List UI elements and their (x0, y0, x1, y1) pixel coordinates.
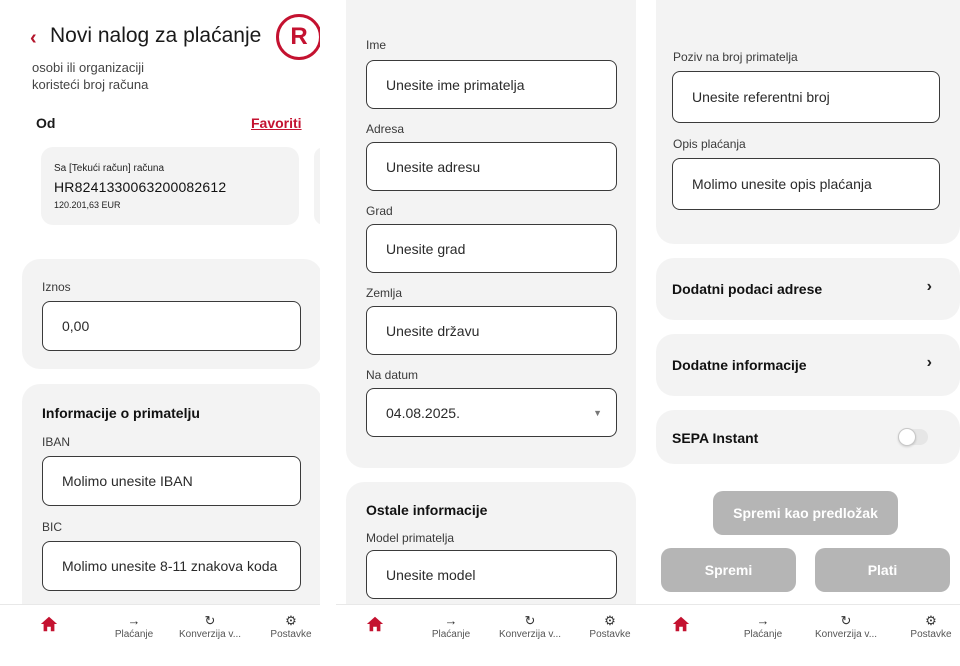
other-info-card: Ostale informacije Model primatelja Unes… (346, 482, 636, 622)
arrow-right-icon: → (756, 613, 770, 628)
recipient-section-title: Informacije o primatelju (42, 405, 200, 421)
save-button[interactable]: Spremi (661, 548, 796, 592)
screen-new-payment-1: ‹ Novi nalog za plaćanje R osobi ili org… (0, 0, 320, 666)
additional-info-row[interactable]: Dodatne informacije › (656, 334, 960, 396)
subtitle-line-1: osobi ili organizaciji (32, 60, 144, 75)
tab-conversion[interactable]: ↻ Konverzija v... (810, 613, 882, 640)
tab-settings[interactable]: ⚙ Postavke (906, 613, 956, 640)
account-card[interactable]: Sa [Tekući račun] računa HR8241330063200… (41, 147, 299, 225)
gear-icon: ⚙ (604, 613, 616, 628)
tab-payments[interactable]: → Plaćanje (738, 613, 788, 640)
screen-new-payment-3: Poziv na broj primatelja Unesite referen… (650, 0, 960, 666)
name-input[interactable]: Unesite ime primatelja (366, 60, 617, 109)
sepa-instant-toggle[interactable] (898, 428, 928, 446)
tab-conversion[interactable]: ↻ Konverzija v... (494, 613, 566, 640)
sepa-instant-label: SEPA Instant (672, 430, 759, 446)
amount-card: Iznos 0,00 (22, 259, 320, 369)
tab-settings-label: Postavke (270, 629, 312, 640)
chevron-right-icon: › (926, 354, 932, 371)
pay-button[interactable]: Plati (815, 548, 950, 592)
tab-home[interactable] (366, 615, 384, 638)
account-card-next[interactable] (314, 147, 320, 225)
arrow-right-icon: → (444, 613, 458, 628)
additional-address-row[interactable]: Dodatni podaci adrese › (656, 258, 960, 320)
date-label: Na datum (366, 368, 419, 382)
city-input[interactable]: Unesite grad (366, 224, 617, 273)
tab-payments[interactable]: → Plaćanje (104, 613, 164, 640)
tab-payments-label: Plaćanje (743, 629, 783, 640)
bank-logo: R (276, 14, 320, 60)
account-name: Sa [Tekući račun] računa (54, 163, 165, 174)
sepa-instant-row: SEPA Instant (656, 410, 960, 464)
tab-conversion-label: Konverzija v... (814, 629, 878, 640)
bic-input[interactable]: Molimo unesite 8-11 znakova koda (42, 541, 301, 591)
tab-payments[interactable]: → Plaćanje (426, 613, 476, 640)
reference-card: Poziv na broj primatelja Unesite referen… (656, 0, 960, 244)
tab-bar: → Plaćanje ↻ Konverzija v... ⚙ Postavke (0, 604, 320, 666)
tab-bar: → Plaćanje ↻ Konverzija v... ⚙ Postavke (650, 604, 960, 666)
arrow-right-icon: → (127, 613, 141, 628)
tab-home[interactable] (672, 615, 690, 638)
chevron-right-icon: › (926, 278, 932, 295)
date-value: 04.08.2025. (386, 404, 460, 421)
gear-icon: ⚙ (285, 613, 297, 628)
from-label: Od (36, 115, 56, 131)
date-select[interactable]: 04.08.2025. ▼ (366, 388, 617, 437)
model-label: Model primatelja (366, 531, 455, 545)
tab-settings-label: Postavke (589, 629, 631, 640)
reference-input[interactable]: Unesite referentni broj (672, 71, 940, 123)
amount-label: Iznos (42, 280, 71, 294)
country-label: Zemlja (366, 286, 403, 300)
amount-input[interactable]: 0,00 (42, 301, 301, 351)
tab-bar: → Plaćanje ↻ Konverzija v... ⚙ Postavke (336, 604, 656, 666)
favorites-link[interactable]: Favoriti (251, 115, 302, 131)
screen-new-payment-2: Ime Unesite ime primatelja Adresa Unesit… (336, 0, 656, 666)
tab-conversion[interactable]: ↻ Konverzija v... (170, 613, 250, 640)
bic-label: BIC (42, 520, 63, 534)
tab-payments-label: Plaćanje (114, 629, 154, 640)
refresh-icon: ↻ (524, 613, 536, 628)
refresh-icon: ↻ (204, 613, 216, 628)
name-label: Ime (366, 38, 387, 52)
recipient-card: Informacije o primatelju IBAN Molimo une… (22, 384, 320, 624)
save-template-button[interactable]: Spremi kao predložak (713, 491, 898, 535)
tab-conversion-label: Konverzija v... (498, 629, 562, 640)
back-icon[interactable]: ‹ (30, 27, 37, 50)
description-label: Opis plaćanja (673, 137, 746, 151)
account-iban: HR8241330063200082612 (54, 179, 227, 195)
tab-conversion-label: Konverzija v... (178, 629, 242, 640)
address-input[interactable]: Unesite adresu (366, 142, 617, 191)
additional-info-label: Dodatne informacije (672, 357, 807, 373)
model-input[interactable]: Unesite model (366, 550, 617, 599)
refresh-icon: ↻ (840, 613, 852, 628)
tab-settings-label: Postavke (910, 629, 952, 640)
other-section-title: Ostale informacije (366, 502, 488, 518)
country-input[interactable]: Unesite državu (366, 306, 617, 355)
city-label: Grad (366, 204, 393, 218)
additional-address-label: Dodatni podaci adrese (672, 281, 823, 297)
reference-label: Poziv na broj primatelja (673, 50, 798, 64)
address-label: Adresa (366, 122, 405, 136)
iban-label: IBAN (42, 435, 71, 449)
home-icon (672, 616, 690, 632)
tab-payments-label: Plaćanje (431, 629, 471, 640)
gear-icon: ⚙ (925, 613, 937, 628)
chevron-down-icon: ▼ (593, 407, 602, 418)
recipient-address-card: Ime Unesite ime primatelja Adresa Unesit… (346, 0, 636, 468)
tab-home[interactable] (40, 615, 58, 638)
iban-input[interactable]: Molimo unesite IBAN (42, 456, 301, 506)
home-icon (40, 616, 58, 632)
page-title: Novi nalog za plaćanje (50, 24, 262, 47)
account-balance: 120.201,63 EUR (54, 200, 121, 210)
tab-settings[interactable]: ⚙ Postavke (266, 613, 316, 640)
toggle-knob (898, 428, 916, 446)
home-icon (366, 616, 384, 632)
description-input[interactable]: Molimo unesite opis plaćanja (672, 158, 940, 210)
subtitle-line-2: koristeći broj računa (32, 77, 149, 92)
tab-settings[interactable]: ⚙ Postavke (586, 613, 634, 640)
